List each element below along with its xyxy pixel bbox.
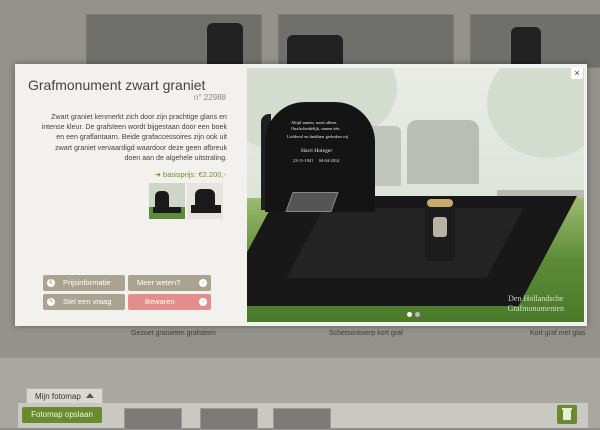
watermark-line: Den Hollandsche [508, 294, 564, 303]
gallery-caption: Schetsontwerp kort graf [329, 330, 403, 337]
product-photo[interactable]: Altijd samen, nooit alleen. Onafscheidel… [247, 68, 584, 322]
inscription-line: Altijd samen, nooit alleen. [291, 120, 338, 125]
ask-question-label: Stel een vraag [63, 297, 112, 306]
gallery-item[interactable] [470, 14, 600, 68]
photo-thumbnail-2[interactable] [187, 183, 223, 219]
book-accessory [285, 192, 339, 212]
product-reference: n° 22988 [193, 93, 226, 102]
gallery-item[interactable] [278, 14, 454, 68]
watermark-line: Grafmonumenten [507, 304, 564, 313]
product-title: Grafmonument zwart graniet [28, 77, 206, 93]
more-info-button[interactable]: Meer weten? › [128, 275, 211, 291]
lantern-accessory [425, 199, 455, 261]
inscription-line: Liefdevol en dankbaar gedenken wij [287, 134, 349, 139]
gallery-caption: Gezoet granieten grafsteen [131, 330, 216, 337]
product-description: Zwart graniet kenmerkt zich door zijn pr… [41, 113, 227, 162]
product-info-panel: Grafmonument zwart graniet n° 22988 Zwar… [15, 64, 247, 326]
fotomap-thumbnail[interactable] [200, 408, 258, 430]
product-modal: Grafmonument zwart graniet n° 22988 Zwar… [15, 64, 587, 326]
slide-indicators [407, 304, 423, 322]
close-icon[interactable]: × [571, 67, 583, 79]
save-button[interactable]: Bewaren › [128, 294, 211, 310]
inscription-line: Onafscheidelijk, samen één. [291, 126, 341, 131]
price-label: basisprijs: €2.200,- [163, 170, 226, 179]
trash-icon[interactable] [557, 405, 577, 424]
photo-thumbnail-1[interactable] [149, 183, 185, 219]
watermark: Den Hollandsche Grafmonumenten [508, 294, 564, 314]
fotomap-tab-label: Mijn fotomap [35, 392, 81, 401]
inscription-name: Harri Holeger [301, 148, 333, 154]
share-arrow-icon: ➜ [154, 170, 162, 179]
inscription-dates: 23-11-1941 04-04-2014 [293, 158, 340, 163]
price-info-label: Prijsinformatie [63, 278, 111, 287]
euro-icon: € [47, 279, 55, 287]
ask-question-button[interactable]: ✎ Stel een vraag [43, 294, 125, 310]
fotomap-save-button[interactable]: Fotomap opslaan [22, 407, 102, 423]
save-label: Bewaren [145, 297, 175, 306]
gallery-caption: Kort graf met glas [530, 330, 586, 337]
slide-dot[interactable] [407, 312, 412, 317]
price-link[interactable]: ➜ basisprijs: €2.200,- [155, 170, 226, 179]
chevron-right-icon: › [199, 279, 207, 287]
chevron-right-icon: › [199, 298, 207, 306]
gallery-item[interactable] [86, 14, 262, 68]
slide-dot[interactable] [415, 312, 420, 317]
fotomap-thumbnail[interactable] [124, 408, 182, 430]
chat-icon: ✎ [47, 298, 55, 306]
chevron-up-icon [85, 393, 94, 398]
fotomap-thumbnail[interactable] [273, 408, 331, 430]
price-info-button[interactable]: € Prijsinformatie [43, 275, 125, 291]
more-info-label: Meer weten? [137, 278, 181, 287]
